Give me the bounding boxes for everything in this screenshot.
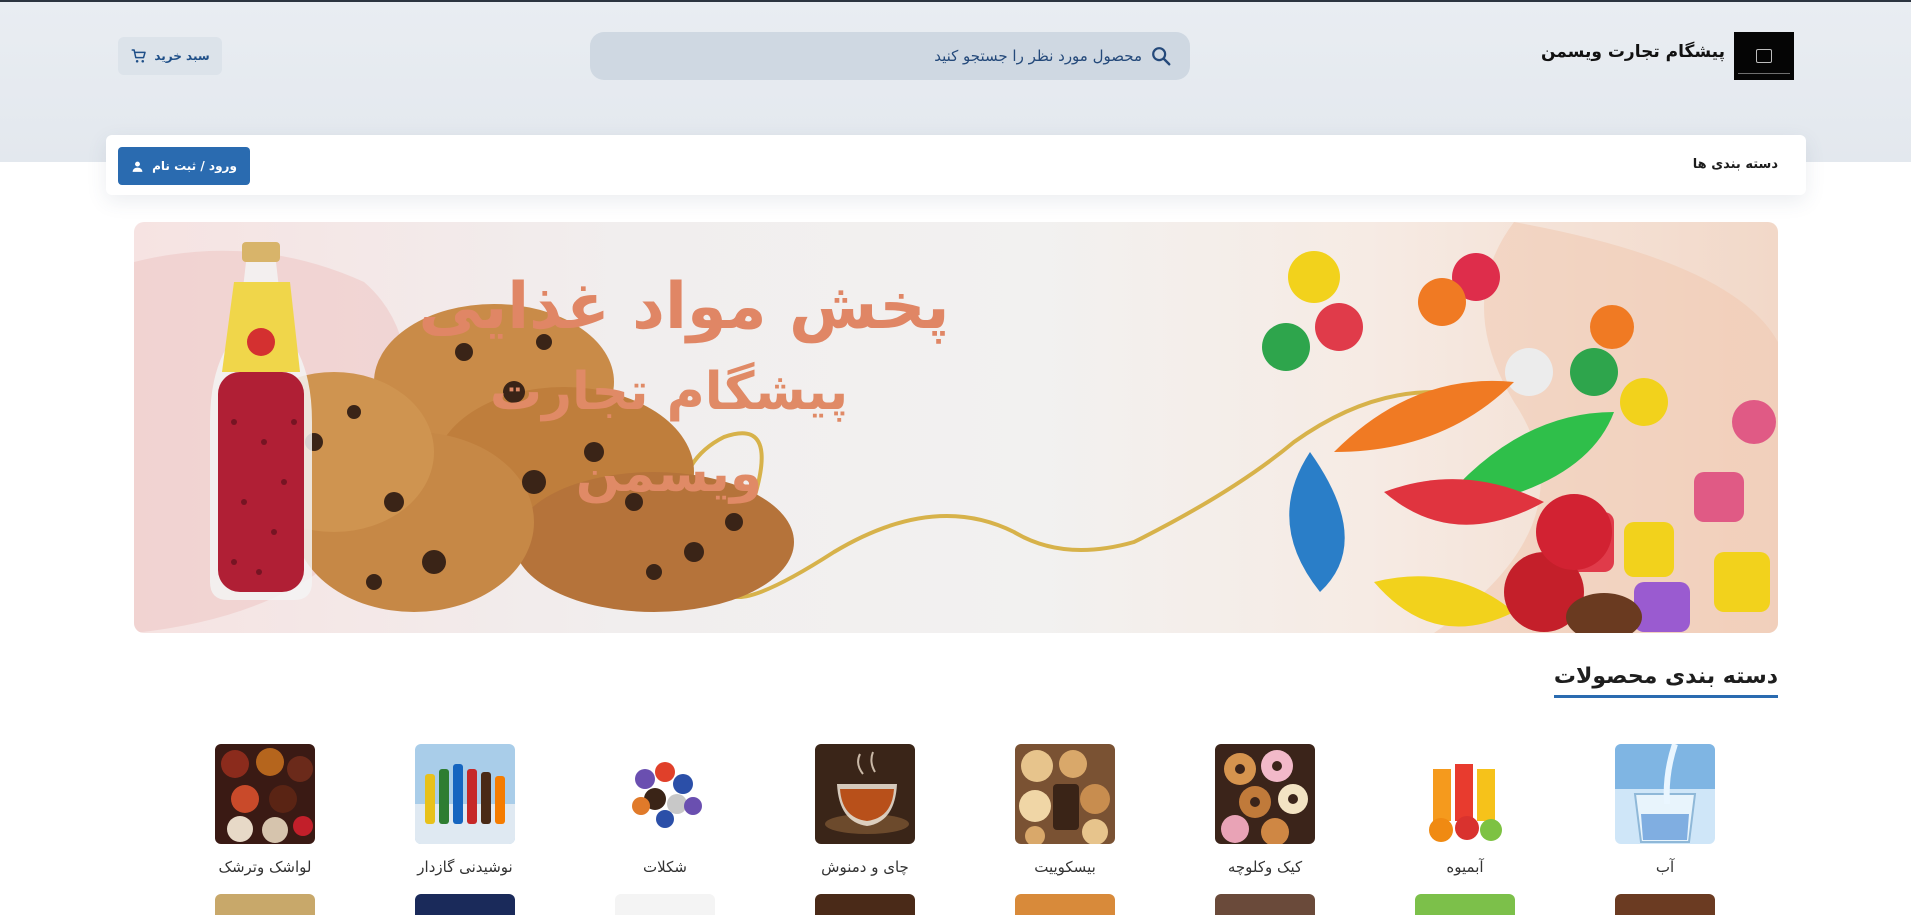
category-biscuits[interactable]: بیسکوییت xyxy=(1000,744,1130,876)
category-label: کیک وکلوچه xyxy=(1227,858,1303,876)
category-chocolates[interactable]: شکلات xyxy=(600,744,730,876)
promo-banner[interactable]: پخش مواد غذایی پیشگام تجارت ویسمن xyxy=(134,222,1778,633)
section-title-product-categories: دسته بندی محصولات xyxy=(1553,664,1778,698)
search-bar[interactable] xyxy=(590,32,1190,80)
search-icon[interactable] xyxy=(1150,45,1172,67)
category-label: چای و دمنوش xyxy=(821,858,909,876)
chocolates-image xyxy=(615,744,715,844)
category-tea-herbal[interactable]: چای و دمنوش xyxy=(800,744,930,876)
tea-image xyxy=(815,744,915,844)
navigation-bar: دسته بندی ها ورود / ثبت نام xyxy=(106,135,1806,195)
shopping-cart-icon xyxy=(131,49,147,63)
category-tile-partial[interactable] xyxy=(215,894,315,915)
category-label: آبمیوه xyxy=(1446,858,1484,876)
water-image xyxy=(1615,744,1715,844)
juice-image xyxy=(1415,744,1515,844)
logo-mark-icon xyxy=(1756,49,1772,63)
user-icon xyxy=(132,161,143,172)
category-tile-partial[interactable] xyxy=(615,894,715,915)
categories-menu[interactable]: دسته بندی ها xyxy=(1693,157,1778,172)
cart-label: سبد خرید xyxy=(154,49,210,63)
login-register-label: ورود / ثبت نام xyxy=(152,159,237,173)
category-water[interactable]: آب xyxy=(1600,744,1730,876)
category-juice[interactable]: آبمیوه xyxy=(1400,744,1530,876)
category-label: آب xyxy=(1655,858,1675,876)
category-label: شکلات xyxy=(643,858,687,876)
category-tile-partial[interactable] xyxy=(815,894,915,915)
category-tile-partial[interactable] xyxy=(1015,894,1115,915)
category-tile-partial[interactable] xyxy=(1615,894,1715,915)
category-tile-partial[interactable] xyxy=(415,894,515,915)
soda-bottles-image xyxy=(415,744,515,844)
banner-brand-line1: پیشگام تجارت xyxy=(489,362,849,422)
logo-tagline-line xyxy=(1738,73,1790,74)
category-label: بیسکوییت xyxy=(1034,858,1096,876)
site-logo[interactable] xyxy=(1734,32,1794,80)
fruit-leather-image xyxy=(215,744,315,844)
category-cakes-cookies[interactable]: کیک وکلوچه xyxy=(1200,744,1330,876)
category-carbonated-drinks[interactable]: نوشیدنی گازدار xyxy=(400,744,530,876)
category-label: نوشیدنی گازدار xyxy=(417,858,513,876)
category-tile-partial[interactable] xyxy=(1415,894,1515,915)
category-label: لواشک وترشک xyxy=(218,858,312,876)
banner-brand-line2: ویسمن xyxy=(575,444,763,504)
site-name[interactable]: پیشگام تجارت ویسمن xyxy=(1541,42,1725,62)
category-tile-partial[interactable] xyxy=(1215,894,1315,915)
login-register-button[interactable]: ورود / ثبت نام xyxy=(118,147,250,185)
donuts-image xyxy=(1215,744,1315,844)
biscuits-image xyxy=(1015,744,1115,844)
cart-button[interactable]: سبد خرید xyxy=(118,37,222,75)
category-fruit-leather[interactable]: لواشک وترشک xyxy=(200,744,330,876)
search-input[interactable] xyxy=(662,47,1142,65)
banner-headline: پخش مواد غذایی xyxy=(418,270,950,344)
